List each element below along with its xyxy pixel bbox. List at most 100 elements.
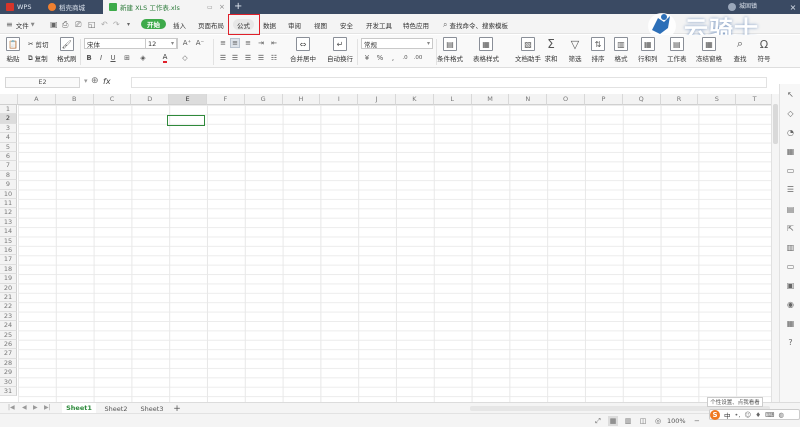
column-header[interactable]: L xyxy=(433,94,472,105)
row-header[interactable]: 9 xyxy=(0,180,17,190)
next-sheet-icon[interactable]: ▶ xyxy=(33,404,38,411)
selected-cell[interactable] xyxy=(167,115,205,126)
merge-center-button[interactable]: ⇔ 合并居中 xyxy=(290,37,316,63)
column-header[interactable]: C xyxy=(93,94,132,105)
copy-button[interactable]: ⧉ 复制 xyxy=(28,53,48,64)
row-header[interactable]: 22 xyxy=(0,302,17,312)
tab-home[interactable]: 开始 xyxy=(141,19,166,29)
customize-toolbar-icon[interactable]: ▾ xyxy=(127,18,130,31)
sort-button[interactable]: ⇅ 排序 xyxy=(591,37,605,63)
column-header[interactable]: S xyxy=(698,94,737,105)
row-header[interactable]: 7 xyxy=(0,161,17,171)
select-all-corner[interactable] xyxy=(0,94,18,105)
tab-workbook[interactable]: 新建 XLS 工作表.xls ▭ × xyxy=(103,0,230,14)
row-header[interactable]: 6 xyxy=(0,152,17,162)
name-box-dropdown-icon[interactable]: ▾ xyxy=(84,77,88,85)
image-icon[interactable]: ▣ xyxy=(785,280,796,291)
increase-decimal-icon[interactable]: .0 xyxy=(400,53,410,63)
thousands-icon[interactable]: , xyxy=(388,53,398,63)
name-box[interactable]: E2 xyxy=(5,77,80,88)
worksheet-button[interactable]: ▤ 工作表 xyxy=(667,37,687,63)
fx-button[interactable]: fx xyxy=(103,77,111,86)
font-size-select[interactable]: 12 ▾ xyxy=(145,38,177,49)
row-header[interactable]: 25 xyxy=(0,330,17,340)
table-icon[interactable]: ▦ xyxy=(785,146,796,157)
row-header[interactable]: 17 xyxy=(0,255,17,265)
column-header[interactable]: Q xyxy=(622,94,661,105)
cut-button[interactable]: ✂ 剪切 xyxy=(28,39,48,49)
zoom-level[interactable]: 100% xyxy=(667,417,686,425)
outdent-icon[interactable]: ⇤ xyxy=(269,38,279,48)
skin-icon[interactable]: ◍ xyxy=(778,411,784,419)
row-col-button[interactable]: ▦ 行和列 xyxy=(638,37,658,63)
decrease-font-icon[interactable]: A⁻ xyxy=(195,38,205,48)
row-header[interactable]: 5 xyxy=(0,142,17,152)
format-button[interactable]: ▥ 格式 xyxy=(614,37,628,63)
sum-button[interactable]: Σ 求和 xyxy=(544,37,558,63)
punctuation-icon[interactable]: •, xyxy=(735,411,741,419)
distributed-icon[interactable]: ☷ xyxy=(269,53,279,63)
font-color-icon[interactable]: A xyxy=(160,53,170,63)
row-header[interactable]: 18 xyxy=(0,264,17,275)
row-header[interactable]: 16 xyxy=(0,246,17,256)
print-icon[interactable]: ⎚ xyxy=(75,18,81,31)
row-header[interactable]: 12 xyxy=(0,208,17,218)
row-header[interactable]: 29 xyxy=(0,368,17,378)
tab-docer-store[interactable]: 稻壳商城 xyxy=(42,0,102,14)
row-header[interactable]: 8 xyxy=(0,170,17,181)
vertical-scrollbar[interactable] xyxy=(771,94,779,404)
tab-review[interactable]: 审阅 xyxy=(288,18,301,31)
align-center-icon[interactable]: ☰ xyxy=(230,53,240,63)
format-painter-button[interactable]: 🖌 格式刷 xyxy=(57,37,77,63)
column-header[interactable]: P xyxy=(585,94,623,105)
cursor-icon[interactable]: ↖ xyxy=(785,89,796,100)
row-header[interactable]: 31 xyxy=(0,387,17,397)
column-header[interactable]: E xyxy=(169,94,207,105)
style-icon[interactable]: ◔ xyxy=(785,127,796,138)
column-header[interactable]: D xyxy=(131,94,170,105)
underline-button[interactable]: U xyxy=(108,53,118,63)
justify-icon[interactable]: ☰ xyxy=(256,53,266,63)
row-header[interactable]: 27 xyxy=(0,349,17,359)
bold-button[interactable]: B xyxy=(84,53,94,63)
prev-sheet-icon[interactable]: ◀ xyxy=(22,404,27,411)
ime-toolbar[interactable]: S 中 •, ☺ ♦ ⌨ ◍ xyxy=(709,409,800,420)
search-command[interactable]: ⌕ 查找命令、搜索模板 xyxy=(443,18,508,31)
row-header[interactable]: 20 xyxy=(0,283,17,293)
cell-area[interactable] xyxy=(18,105,771,404)
help-icon[interactable]: ? xyxy=(785,337,796,348)
tab-page-layout[interactable]: 页面布局 xyxy=(198,18,224,31)
column-header[interactable]: K xyxy=(396,94,434,105)
doc-icon[interactable]: ▭ xyxy=(785,261,796,272)
emoji-icon[interactable]: ☺ xyxy=(744,411,751,419)
tab-special-apps[interactable]: 特色应用 xyxy=(403,18,429,31)
column-header[interactable]: B xyxy=(55,94,94,105)
zoom-out-icon[interactable]: − xyxy=(694,417,700,425)
normal-view-icon[interactable]: ▦ xyxy=(608,416,618,426)
column-header[interactable]: N xyxy=(509,94,548,105)
increase-font-icon[interactable]: A⁺ xyxy=(182,38,192,48)
undo-icon[interactable]: ↶ xyxy=(101,18,108,31)
first-sheet-icon[interactable]: |◀ xyxy=(8,404,15,411)
table-style-button[interactable]: ▦ 表格样式 xyxy=(473,37,499,63)
tab-insert[interactable]: 插入 xyxy=(173,18,186,31)
formula-input[interactable] xyxy=(131,77,767,88)
row-header[interactable]: 4 xyxy=(0,133,17,143)
column-header[interactable]: J xyxy=(358,94,396,105)
last-sheet-icon[interactable]: ▶| xyxy=(44,404,51,411)
align-middle-icon[interactable]: ≡ xyxy=(230,38,240,48)
layout-icon[interactable]: ▥ xyxy=(785,242,796,253)
row-header[interactable]: 23 xyxy=(0,311,17,322)
row-header[interactable]: 1 xyxy=(0,105,17,115)
row-header[interactable]: 26 xyxy=(0,340,17,350)
share-icon[interactable]: ⇱ xyxy=(785,223,796,234)
column-header[interactable]: T xyxy=(736,94,771,105)
row-header[interactable]: 24 xyxy=(0,321,17,331)
file-menu[interactable]: ≡ 文件 ▼ xyxy=(6,18,35,31)
zoom-cell-icon[interactable]: ⊕ xyxy=(91,76,99,86)
row-header[interactable]: 11 xyxy=(0,199,17,209)
shapes-icon[interactable]: ◇ xyxy=(785,108,796,119)
column-header[interactable]: F xyxy=(207,94,245,105)
column-header[interactable]: G xyxy=(244,94,283,105)
ime-lang[interactable]: 中 xyxy=(724,410,731,420)
